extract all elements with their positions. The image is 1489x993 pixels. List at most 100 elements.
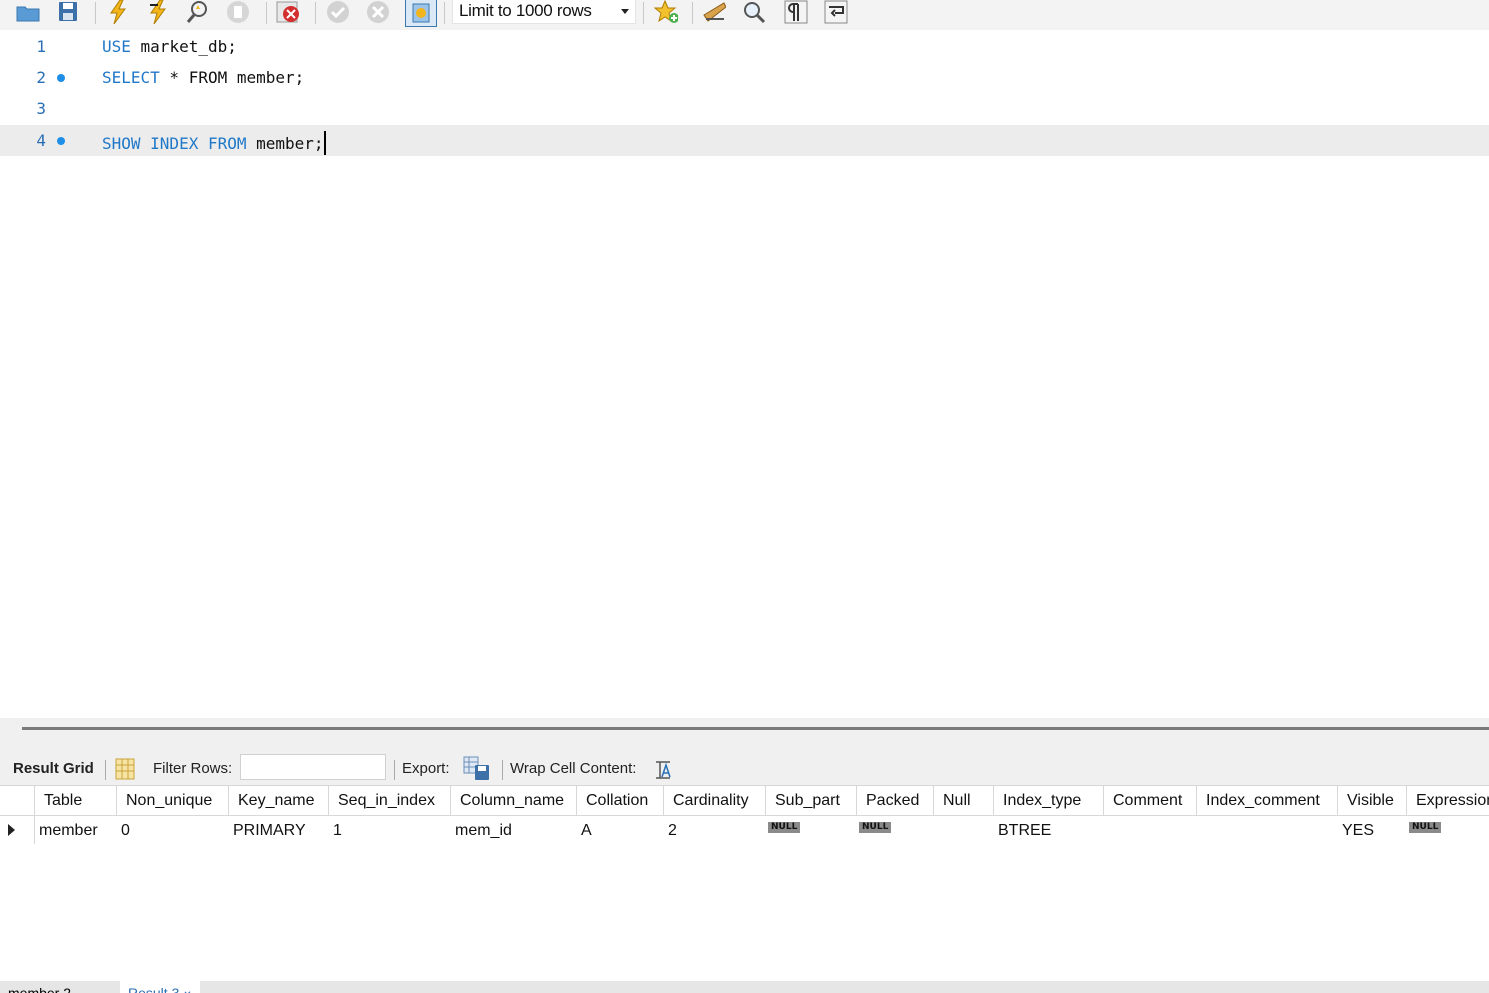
column-header-cardinality[interactable]: Cardinality: [664, 786, 766, 816]
code-line[interactable]: 1 USE market_db;: [0, 31, 1489, 62]
sql-editor[interactable]: 1 USE market_db; 2 SELECT * FROM member;…: [0, 30, 1489, 718]
sql-keyword: SHOW INDEX FROM: [102, 134, 247, 153]
limit-rows-label: Limit to 1000 rows: [459, 1, 592, 20]
toolbar-separator: [394, 760, 395, 780]
execute-icon[interactable]: [106, 0, 130, 24]
invisible-chars-icon[interactable]: [784, 0, 808, 24]
table-cell[interactable]: [1104, 816, 1197, 844]
bookmark-icon[interactable]: [654, 0, 678, 24]
limit-rows-select[interactable]: Limit to 1000 rows: [452, 0, 636, 24]
tab-result-3[interactable]: Result 3 ✕: [120, 981, 200, 993]
column-header-seq-in-index[interactable]: Seq_in_index: [329, 786, 451, 816]
splitter-handle[interactable]: [22, 727, 1489, 730]
column-header-table[interactable]: Table: [35, 786, 117, 816]
statement-marker-icon: [57, 137, 65, 145]
table-cell[interactable]: mem_id: [451, 816, 577, 844]
toolbar-separator: [315, 2, 316, 24]
cell-value: member: [39, 822, 98, 839]
column-header-label: Table: [44, 792, 83, 809]
code-text: USE market_db;: [102, 37, 237, 56]
result-grid-tab[interactable]: Result Grid: [13, 760, 94, 777]
cell-value: YES: [1342, 822, 1375, 839]
column-header-expression[interactable]: Expression: [1407, 786, 1489, 816]
column-header-label: Key_name: [238, 792, 315, 809]
column-header-packed[interactable]: Packed: [857, 786, 934, 816]
table-cell[interactable]: BTREE: [994, 816, 1104, 844]
panel-splitter[interactable]: [0, 718, 1489, 752]
table-cell[interactable]: A: [577, 816, 664, 844]
toolbar-separator: [502, 760, 503, 780]
result-grid-toolbar: Result Grid Filter Rows: Export: Wrap Ce…: [0, 752, 1489, 786]
null-badge: NULL: [768, 822, 801, 833]
column-header-label: Packed: [866, 792, 920, 809]
cell-value: 1: [333, 822, 342, 839]
code-line-current[interactable]: 4 SHOW INDEX FROM member;: [0, 125, 1489, 156]
autocommit-icon[interactable]: [405, 0, 437, 27]
table-cell[interactable]: NULL: [1407, 816, 1489, 844]
wrap-icon[interactable]: [824, 0, 848, 24]
column-header-label: Cardinality: [673, 792, 749, 809]
toolbar-separator: [692, 2, 693, 24]
table-cell[interactable]: [1197, 816, 1338, 844]
table-cell[interactable]: 2: [664, 816, 766, 844]
line-number: 4: [36, 131, 46, 150]
null-badge: NULL: [1409, 822, 1442, 833]
grid-view-icon[interactable]: [115, 758, 135, 784]
column-header-collation[interactable]: Collation: [577, 786, 664, 816]
statement-marker-icon: [57, 74, 65, 82]
wrap-cell-icon[interactable]: [654, 760, 674, 784]
current-row-arrow-icon: [8, 824, 15, 836]
column-header-non-unique[interactable]: Non_unique: [117, 786, 229, 816]
code-line[interactable]: 2 SELECT * FROM member;: [0, 62, 1489, 93]
column-header-null[interactable]: Null: [934, 786, 994, 816]
null-badge: NULL: [859, 822, 892, 833]
explain-icon[interactable]: [186, 0, 210, 24]
column-header-column-name[interactable]: Column_name: [451, 786, 577, 816]
table-cell[interactable]: NULL: [766, 816, 857, 844]
beautify-icon[interactable]: [702, 0, 726, 24]
chevron-down-icon: [621, 9, 629, 14]
column-header-index-comment[interactable]: Index_comment: [1197, 786, 1338, 816]
column-header-label: Non_unique: [126, 792, 213, 809]
toggle-error-icon[interactable]: [276, 0, 300, 24]
result-grid[interactable]: Table Non_unique Key_name Seq_in_index Colum…: [0, 786, 1489, 981]
wrap-cell-label: Wrap Cell Content:: [510, 760, 637, 777]
tab-label: Result 3: [128, 985, 180, 993]
column-header-label: Collation: [586, 792, 649, 809]
stop-icon[interactable]: [226, 0, 250, 24]
row-selector[interactable]: [0, 816, 35, 844]
table-cell[interactable]: 0: [117, 816, 229, 844]
export-icon[interactable]: [463, 756, 491, 786]
column-header-label: Seq_in_index: [338, 792, 435, 809]
table-cell[interactable]: [934, 816, 994, 844]
commit-icon[interactable]: [326, 0, 350, 24]
tab-member-2[interactable]: member 2: [0, 981, 79, 993]
open-folder-icon[interactable]: [16, 0, 40, 24]
toolbar-separator: [266, 2, 267, 24]
code-line[interactable]: 3: [0, 93, 1489, 124]
export-label: Export:: [402, 760, 450, 777]
filter-rows-input[interactable]: [240, 754, 386, 780]
code-text: SHOW INDEX FROM member;: [102, 131, 326, 155]
column-header-sub-part[interactable]: Sub_part: [766, 786, 857, 816]
column-header-index-type[interactable]: Index_type: [994, 786, 1104, 816]
table-cell[interactable]: NULL: [857, 816, 934, 844]
code-text: SELECT * FROM member;: [102, 68, 304, 87]
execute-statement-icon[interactable]: [146, 0, 170, 24]
column-header-key-name[interactable]: Key_name: [229, 786, 329, 816]
column-header-visible[interactable]: Visible: [1338, 786, 1407, 816]
sql-editor-toolbar: Limit to 1000 rows: [0, 0, 1489, 30]
table-cell[interactable]: 1: [329, 816, 451, 844]
find-icon[interactable]: [742, 0, 766, 24]
column-header-label: Visible: [1347, 792, 1394, 809]
save-icon[interactable]: [56, 0, 80, 24]
table-cell[interactable]: YES: [1338, 816, 1407, 844]
table-cell[interactable]: member: [35, 816, 117, 844]
table-cell[interactable]: PRIMARY: [229, 816, 329, 844]
toolbar-separator: [643, 2, 644, 24]
rollback-icon[interactable]: [366, 0, 390, 24]
column-header-comment[interactable]: Comment: [1104, 786, 1197, 816]
line-number: 2: [36, 68, 46, 87]
sql-rest: market_db;: [130, 37, 237, 56]
line-number: 1: [36, 37, 46, 56]
